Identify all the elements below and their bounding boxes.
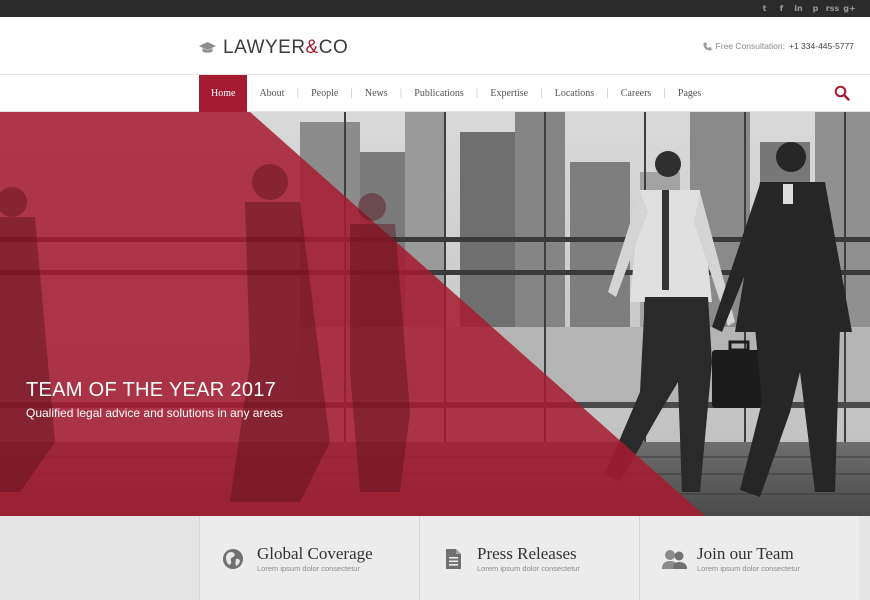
- feature-title: Global Coverage: [257, 544, 373, 563]
- top-bar: t f in p rss g+: [0, 0, 870, 17]
- nav-item-careers[interactable]: Careers: [609, 75, 664, 112]
- twitter-icon[interactable]: t: [756, 0, 773, 17]
- feature-description: Lorem ipsum dolor consectetur: [697, 564, 800, 573]
- feature-description: Lorem ipsum dolor consectetur: [257, 564, 360, 573]
- features-strip: Global Coverage Lorem ipsum dolor consec…: [0, 516, 870, 600]
- hero-subtitle: Qualified legal advice and solutions in …: [26, 406, 283, 420]
- social-links: t f in p rss g+: [756, 0, 858, 17]
- feature-description: Lorem ipsum dolor consectetur: [477, 564, 580, 573]
- nav-item-publications[interactable]: Publications: [402, 75, 475, 112]
- feature-global-coverage[interactable]: Global Coverage Lorem ipsum dolor consec…: [199, 516, 419, 600]
- phone-icon: [702, 41, 712, 51]
- feature-title: Join our Team: [697, 544, 794, 563]
- hero-banner: TEAM OF THE YEAR 2017 Qualified legal ad…: [0, 112, 870, 516]
- feature-press-releases[interactable]: Press Releases Lorem ipsum dolor consect…: [419, 516, 639, 600]
- hero-title: TEAM OF THE YEAR 2017: [26, 379, 277, 401]
- document-icon: [446, 549, 461, 569]
- search-icon[interactable]: [834, 85, 850, 101]
- nav-item-news[interactable]: News: [353, 75, 400, 112]
- nav-item-people[interactable]: People: [299, 75, 350, 112]
- nav-item-expertise[interactable]: Expertise: [478, 75, 540, 112]
- site-header: LAWYER&CO Free Consultation: +1 334-445-…: [0, 17, 870, 75]
- nav-item-pages[interactable]: Pages: [666, 75, 713, 112]
- logo-text: LAWYER&CO: [223, 37, 349, 58]
- site-logo[interactable]: LAWYER&CO: [199, 37, 348, 59]
- graduation-cap-icon: [199, 42, 216, 53]
- feature-join-our-team[interactable]: Join our Team Lorem ipsum dolor consecte…: [639, 516, 859, 600]
- google-plus-icon[interactable]: g+: [841, 0, 858, 17]
- team-icon: [662, 550, 687, 569]
- nav-item-locations[interactable]: Locations: [543, 75, 606, 112]
- feature-title: Press Releases: [477, 544, 577, 563]
- pinterest-icon[interactable]: p: [807, 0, 824, 17]
- consultation-number[interactable]: +1 334-445-5777: [789, 41, 854, 51]
- facebook-icon[interactable]: f: [773, 0, 790, 17]
- rss-icon[interactable]: rss: [824, 0, 841, 17]
- nav-item-home[interactable]: Home: [199, 75, 248, 112]
- consultation-label: Free Consultation:: [715, 41, 785, 51]
- linkedin-icon[interactable]: in: [790, 0, 807, 17]
- consultation-info: Free Consultation: +1 334-445-5777: [702, 41, 854, 51]
- main-nav: Home About | People | News | Publication…: [0, 75, 870, 112]
- globe-icon: [223, 549, 243, 569]
- hero-image: [0, 112, 870, 516]
- nav-item-about[interactable]: About: [247, 75, 296, 112]
